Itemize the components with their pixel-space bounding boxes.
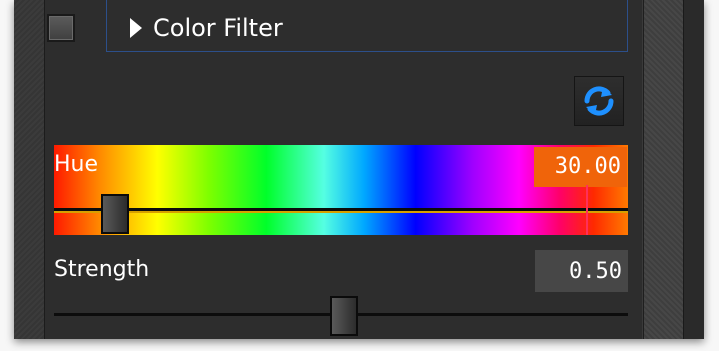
strength-value-field[interactable]: 0.50 [535, 250, 628, 292]
right-edge-panel [683, 0, 704, 339]
strength-label: Strength [54, 257, 150, 282]
hue-slider-track-highlight [54, 211, 628, 213]
hue-value: 30.00 [554, 154, 621, 179]
section-title: Color Filter [153, 14, 283, 42]
hue-default-marker [586, 185, 588, 235]
triangle-right-icon[interactable] [130, 18, 142, 38]
refresh-icon [584, 86, 614, 116]
section-header-color-filter[interactable]: Color Filter [106, 0, 628, 52]
scrollbar-track[interactable] [643, 0, 684, 339]
hue-label: Hue [54, 152, 99, 177]
strength-slider-thumb[interactable] [330, 296, 358, 336]
left-panel-strip [14, 0, 45, 339]
strength-value: 0.50 [569, 259, 622, 284]
enable-checkbox[interactable] [47, 14, 75, 42]
hue-value-field[interactable]: 30.00 [534, 147, 627, 187]
reset-button[interactable] [574, 76, 624, 126]
hue-slider-thumb[interactable] [101, 194, 129, 234]
hue-slider[interactable]: Hue 30.00 [54, 145, 628, 235]
